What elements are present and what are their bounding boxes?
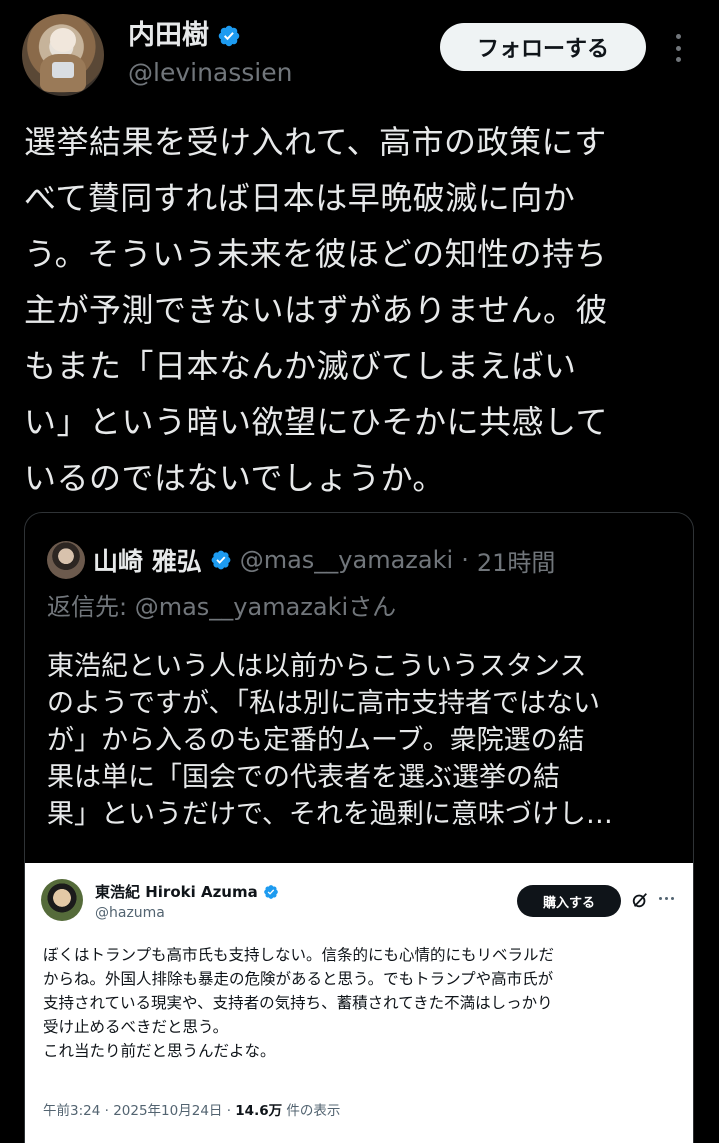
tweet-line: べて賛同すれば日本は早晩破滅に向か [24, 179, 576, 217]
reply-suffix: さん [348, 593, 397, 621]
quoted-line: が」から入るのも定番的ムーブ。衆院選の結 [47, 725, 585, 756]
verified-badge-icon [211, 550, 231, 570]
tweet-line: いるのではないでしょうか。 [24, 459, 445, 497]
quoted-tweet-body: 東浩紀という人は以前からこういうスタンス のようですが、「私は別に高市支持者では… [47, 648, 677, 833]
quoted-line: のようですが、「私は別に高市支持者ではない [47, 688, 600, 719]
tweet-line: う。そういう未来を彼ほどの知性の持ち [24, 235, 608, 273]
more-dot [675, 57, 681, 62]
verified-badge-icon [263, 884, 278, 899]
more-dot [659, 897, 662, 900]
author-name-row: 内田樹 [128, 18, 241, 54]
embedded-timestamp: 午前3:24 · 2025年10月24日 · [43, 1103, 236, 1119]
meta-separator: · [461, 546, 469, 574]
quoted-tweet-header: 山崎 雅弘 @mas__yamazaki · 21時間 [47, 541, 555, 579]
avatar-doll-face [50, 28, 76, 52]
quoted-author-handle: @mas__yamazaki [239, 546, 454, 574]
embedded-line: 受け止めるべきだと思う。 [43, 1018, 229, 1036]
embedded-author-name: 東浩紀 Hiroki Azuma [95, 883, 258, 901]
quoted-tweet-card[interactable]: 山崎 雅弘 @mas__yamazaki · 21時間 返信先: @mas__y… [24, 512, 694, 1143]
quoted-author-name: 山崎 雅弘 [93, 547, 202, 576]
embedded-line: 支持されている現実や、支持者の気持ち、蓄積されてきた不満はしっかり [43, 994, 553, 1012]
more-dot [671, 897, 674, 900]
embedded-post-meta: 午前3:24 · 2025年10月24日 · 14.6万 件の表示 [43, 1099, 340, 1119]
embedded-views-label: 件の表示 [282, 1103, 341, 1119]
avatar-doll-tag [52, 62, 74, 78]
verified-badge-icon [218, 25, 240, 47]
embedded-line: からね。外国人排除も暴走の危険があると思う。でもトランプや高市氏が [43, 970, 554, 988]
embedded-name-row: 東浩紀 Hiroki Azuma [95, 881, 279, 902]
author-display-name[interactable]: 内田樹 [128, 18, 209, 54]
more-dot [675, 45, 681, 51]
quoted-line: 果は単に「国会での代表者を選ぶ選挙の結 [47, 762, 560, 793]
author-handle[interactable]: @levinassien [128, 56, 292, 90]
quoted-line: 東浩紀という人は以前からこういうスタンス [47, 651, 587, 682]
embedded-line: ぼくはトランプも高市氏も支持しない。信条的にも心情的にもリベラルだ [43, 946, 555, 964]
quoted-line: 果」というだけで、それを過剰に意味づけし… [47, 799, 613, 830]
author-avatar[interactable] [22, 14, 104, 96]
tweet-page: 内田樹 @levinassien フォローする 選挙結果を受け入れて、高市の政策… [0, 0, 719, 1143]
reply-mention[interactable]: @mas__yamazaki [135, 593, 348, 621]
embedded-post-body: ぼくはトランプも高市氏も支持しない。信条的にも心情的にもリベラルだ からね。外国… [43, 943, 679, 1063]
embedded-line: これ当たり前だと思うんだよな。 [43, 1042, 276, 1060]
more-dot [675, 34, 681, 39]
quoted-author-avatar [47, 541, 85, 579]
more-vertical-icon[interactable] [666, 32, 690, 64]
tweet-line: 主が予測できないはずがありません。彼 [24, 291, 609, 329]
grok-icon [632, 893, 647, 908]
tweet-body: 選挙結果を受け入れて、高市の政策にす べて賛同すれば日本は早晩破滅に向か う。そ… [24, 114, 696, 506]
embedded-author-avatar [41, 879, 83, 921]
more-horizontal-icon [659, 897, 674, 900]
tweet-line: もまた「日本なんか滅びてしまえばい [24, 347, 577, 385]
embedded-author-handle: @hazuma [95, 905, 165, 921]
quoted-timestamp: 21時間 [476, 548, 556, 577]
reply-prefix: 返信先: [47, 593, 135, 621]
reply-to-line: 返信先: @mas__yamazakiさん [47, 587, 396, 622]
tweet-line: い」という暗い欲望にひそかに共感して [24, 403, 609, 441]
buy-button: 購入する [517, 885, 621, 917]
embedded-views-count: 14.6万 [235, 1103, 283, 1119]
embedded-post-image[interactable]: 東浩紀 Hiroki Azuma @hazuma 購入する ぼくはトランプも高市… [25, 863, 693, 1143]
more-dot [665, 897, 668, 900]
tweet-header: 内田樹 @levinassien フォローする [0, 0, 719, 110]
follow-button[interactable]: フォローする [440, 23, 646, 71]
tweet-line: 選挙結果を受け入れて、高市の政策にす [24, 123, 607, 161]
